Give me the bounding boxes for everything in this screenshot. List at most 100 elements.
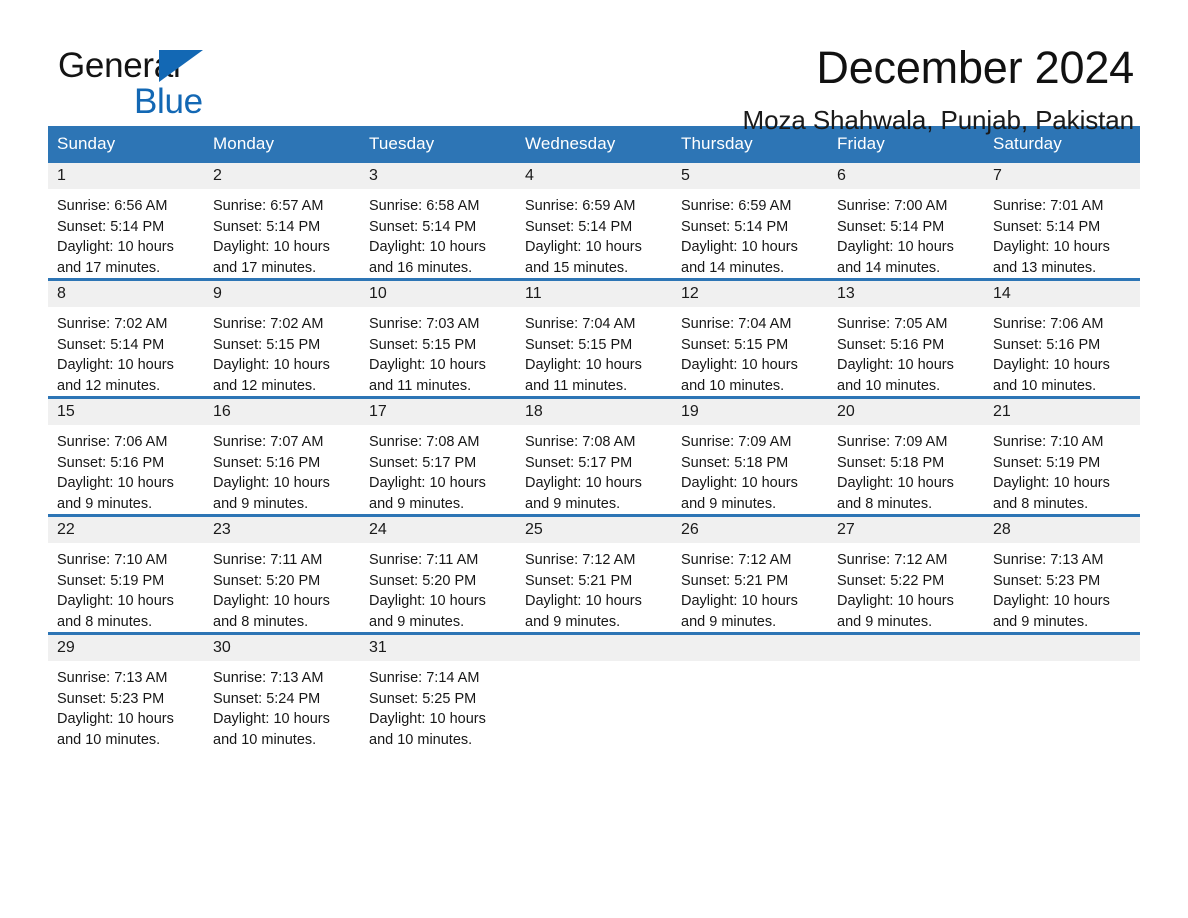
day-number-bar: 28 — [984, 517, 1140, 543]
day-number-bar: 29 — [48, 635, 204, 661]
sunrise-text: Sunrise: 7:10 AM — [993, 434, 1104, 450]
daylight-text-line2: and 9 minutes. — [993, 613, 1089, 630]
day-number: 1 — [57, 167, 66, 184]
day-number: 3 — [369, 167, 378, 184]
day-cell[interactable]: 7 Sunrise: 7:01 AM Sunset: 5:14 PM Dayli… — [984, 163, 1140, 278]
sunrise-text: Sunrise: 7:04 AM — [681, 316, 792, 332]
day-details: Sunrise: 7:12 AM Sunset: 5:22 PM Dayligh… — [828, 543, 984, 632]
day-cell[interactable]: 1 Sunrise: 6:56 AM Sunset: 5:14 PM Dayli… — [48, 163, 204, 278]
sunset-text: Sunset: 5:14 PM — [525, 218, 633, 235]
day-number-bar: 1 — [48, 163, 204, 189]
day-number: 29 — [57, 639, 75, 656]
daylight-text-line1: Daylight: 10 hours — [993, 239, 1110, 255]
generalblue-logo[interactable]: General Blue — [58, 48, 258, 119]
sunrise-text: Sunrise: 7:12 AM — [681, 552, 792, 568]
day-cell[interactable]: 14 Sunrise: 7:06 AM Sunset: 5:16 PM Dayl… — [984, 281, 1140, 396]
daylight-text-line2: and 16 minutes. — [369, 259, 473, 276]
sunset-text: Sunset: 5:21 PM — [525, 572, 633, 589]
day-number-bar: 3 — [360, 163, 516, 189]
daylight-text-line1: Daylight: 10 hours — [57, 357, 174, 373]
daylight-text-line1: Daylight: 10 hours — [57, 475, 174, 491]
day-cell[interactable]: 6 Sunrise: 7:00 AM Sunset: 5:14 PM Dayli… — [828, 163, 984, 278]
sunrise-text: Sunrise: 7:10 AM — [57, 552, 168, 568]
sunset-text: Sunset: 5:14 PM — [57, 218, 165, 235]
sunset-text: Sunset: 5:16 PM — [837, 336, 945, 353]
day-number: 8 — [57, 285, 66, 302]
day-number: 27 — [837, 521, 855, 538]
day-cell[interactable]: 21 Sunrise: 7:10 AM Sunset: 5:19 PM Dayl… — [984, 399, 1140, 514]
day-number: 31 — [369, 639, 387, 656]
day-cell[interactable]: 4 Sunrise: 6:59 AM Sunset: 5:14 PM Dayli… — [516, 163, 672, 278]
daylight-text-line1: Daylight: 10 hours — [213, 239, 330, 255]
sunrise-text: Sunrise: 7:02 AM — [57, 316, 168, 332]
daylight-text-line1: Daylight: 10 hours — [213, 475, 330, 491]
day-number: 17 — [369, 403, 387, 420]
day-cell[interactable]: 5 Sunrise: 6:59 AM Sunset: 5:14 PM Dayli… — [672, 163, 828, 278]
day-details: Sunrise: 7:14 AM Sunset: 5:25 PM Dayligh… — [360, 661, 516, 750]
day-cell[interactable]: 29 Sunrise: 7:13 AM Sunset: 5:23 PM Dayl… — [48, 635, 204, 750]
day-details: Sunrise: 7:07 AM Sunset: 5:16 PM Dayligh… — [204, 425, 360, 514]
day-cell[interactable]: 9 Sunrise: 7:02 AM Sunset: 5:15 PM Dayli… — [204, 281, 360, 396]
day-cell[interactable]: 18 Sunrise: 7:08 AM Sunset: 5:17 PM Dayl… — [516, 399, 672, 514]
sunset-text: Sunset: 5:15 PM — [681, 336, 789, 353]
sunrise-text: Sunrise: 7:13 AM — [213, 670, 324, 686]
daylight-text-line2: and 8 minutes. — [57, 613, 153, 630]
day-cell-empty — [984, 635, 1140, 750]
day-cell[interactable]: 16 Sunrise: 7:07 AM Sunset: 5:16 PM Dayl… — [204, 399, 360, 514]
day-cell[interactable]: 11 Sunrise: 7:04 AM Sunset: 5:15 PM Dayl… — [516, 281, 672, 396]
day-cell-empty — [516, 635, 672, 750]
day-details: Sunrise: 6:57 AM Sunset: 5:14 PM Dayligh… — [204, 189, 360, 278]
week-row: 1 Sunrise: 6:56 AM Sunset: 5:14 PM Dayli… — [48, 163, 1140, 278]
day-number: 2 — [213, 167, 222, 184]
day-cell[interactable]: 8 Sunrise: 7:02 AM Sunset: 5:14 PM Dayli… — [48, 281, 204, 396]
day-cell[interactable]: 31 Sunrise: 7:14 AM Sunset: 5:25 PM Dayl… — [360, 635, 516, 750]
day-cell[interactable]: 12 Sunrise: 7:04 AM Sunset: 5:15 PM Dayl… — [672, 281, 828, 396]
day-details: Sunrise: 7:06 AM Sunset: 5:16 PM Dayligh… — [984, 307, 1140, 396]
day-cell[interactable]: 2 Sunrise: 6:57 AM Sunset: 5:14 PM Dayli… — [204, 163, 360, 278]
day-cell[interactable]: 26 Sunrise: 7:12 AM Sunset: 5:21 PM Dayl… — [672, 517, 828, 632]
sunrise-text: Sunrise: 7:03 AM — [369, 316, 480, 332]
sunset-text: Sunset: 5:24 PM — [213, 690, 321, 707]
sunset-text: Sunset: 5:17 PM — [525, 454, 633, 471]
sunrise-text: Sunrise: 7:04 AM — [525, 316, 636, 332]
sunrise-text: Sunrise: 7:11 AM — [213, 552, 323, 568]
day-cell[interactable]: 3 Sunrise: 6:58 AM Sunset: 5:14 PM Dayli… — [360, 163, 516, 278]
daylight-text-line2: and 17 minutes. — [213, 259, 317, 276]
day-details: Sunrise: 7:09 AM Sunset: 5:18 PM Dayligh… — [672, 425, 828, 514]
day-cell[interactable]: 30 Sunrise: 7:13 AM Sunset: 5:24 PM Dayl… — [204, 635, 360, 750]
daylight-text-line2: and 8 minutes. — [213, 613, 309, 630]
day-cell[interactable]: 13 Sunrise: 7:05 AM Sunset: 5:16 PM Dayl… — [828, 281, 984, 396]
day-number-bar — [672, 635, 828, 661]
day-number-bar: 17 — [360, 399, 516, 425]
sunset-text: Sunset: 5:21 PM — [681, 572, 789, 589]
sunset-text: Sunset: 5:17 PM — [369, 454, 477, 471]
day-cell[interactable]: 15 Sunrise: 7:06 AM Sunset: 5:16 PM Dayl… — [48, 399, 204, 514]
day-cell[interactable]: 22 Sunrise: 7:10 AM Sunset: 5:19 PM Dayl… — [48, 517, 204, 632]
day-cell[interactable]: 19 Sunrise: 7:09 AM Sunset: 5:18 PM Dayl… — [672, 399, 828, 514]
day-cell[interactable]: 27 Sunrise: 7:12 AM Sunset: 5:22 PM Dayl… — [828, 517, 984, 632]
day-number: 26 — [681, 521, 699, 538]
day-cell[interactable]: 23 Sunrise: 7:11 AM Sunset: 5:20 PM Dayl… — [204, 517, 360, 632]
day-details: Sunrise: 6:58 AM Sunset: 5:14 PM Dayligh… — [360, 189, 516, 278]
day-details: Sunrise: 7:04 AM Sunset: 5:15 PM Dayligh… — [672, 307, 828, 396]
week-row: 8 Sunrise: 7:02 AM Sunset: 5:14 PM Dayli… — [48, 278, 1140, 396]
day-details — [672, 661, 828, 668]
day-number: 14 — [993, 285, 1011, 302]
day-number-bar: 20 — [828, 399, 984, 425]
sunrise-text: Sunrise: 7:08 AM — [369, 434, 480, 450]
day-details: Sunrise: 7:12 AM Sunset: 5:21 PM Dayligh… — [672, 543, 828, 632]
daylight-text-line2: and 14 minutes. — [837, 259, 941, 276]
day-cell[interactable]: 24 Sunrise: 7:11 AM Sunset: 5:20 PM Dayl… — [360, 517, 516, 632]
daylight-text-line1: Daylight: 10 hours — [681, 593, 798, 609]
day-number-bar: 13 — [828, 281, 984, 307]
daylight-text-line1: Daylight: 10 hours — [213, 593, 330, 609]
day-details: Sunrise: 6:59 AM Sunset: 5:14 PM Dayligh… — [516, 189, 672, 278]
daylight-text-line2: and 10 minutes. — [681, 377, 785, 394]
day-cell[interactable]: 28 Sunrise: 7:13 AM Sunset: 5:23 PM Dayl… — [984, 517, 1140, 632]
day-cell[interactable]: 17 Sunrise: 7:08 AM Sunset: 5:17 PM Dayl… — [360, 399, 516, 514]
day-cell[interactable]: 10 Sunrise: 7:03 AM Sunset: 5:15 PM Dayl… — [360, 281, 516, 396]
day-details: Sunrise: 7:12 AM Sunset: 5:21 PM Dayligh… — [516, 543, 672, 632]
day-cell[interactable]: 25 Sunrise: 7:12 AM Sunset: 5:21 PM Dayl… — [516, 517, 672, 632]
daylight-text-line1: Daylight: 10 hours — [57, 239, 174, 255]
day-cell[interactable]: 20 Sunrise: 7:09 AM Sunset: 5:18 PM Dayl… — [828, 399, 984, 514]
